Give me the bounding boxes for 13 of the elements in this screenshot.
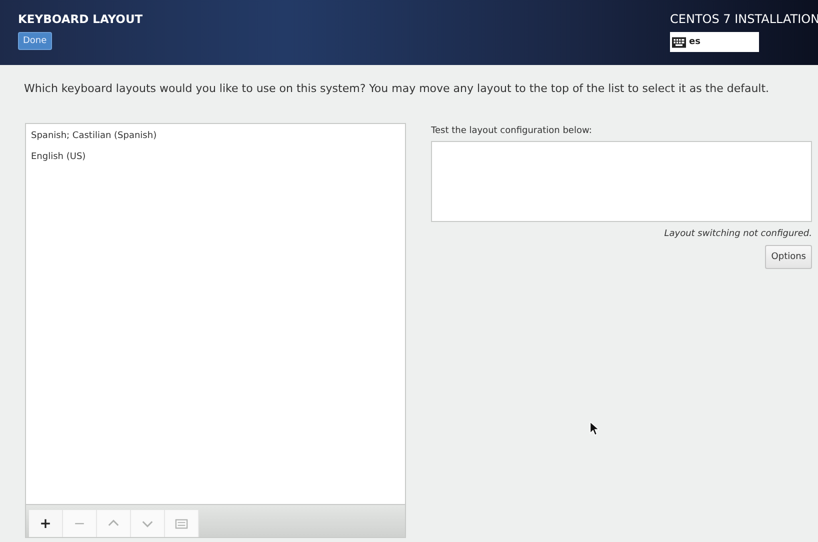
instruction-text: Which keyboard layouts would you like to use on this system? You may move any layout to the top of the list to select it as the default. [23, 81, 770, 97]
switching-note: Layout switching not configured. [664, 229, 812, 239]
test-input-field[interactable] [431, 141, 812, 222]
keyboard-icon [672, 36, 686, 48]
page-title: KEYBOARD LAYOUT [18, 12, 143, 26]
test-label: Test the layout configuration below: [431, 126, 592, 136]
options-button[interactable]: Options [765, 245, 812, 269]
layout-item[interactable]: Spanish; Castilian (Spanish) [30, 128, 401, 144]
layout-indicator[interactable]: es [670, 32, 759, 52]
keyboard-icon [175, 517, 188, 530]
product-title: CENTOS 7 INSTALLATION [670, 12, 818, 26]
mouse-pointer-icon [589, 421, 599, 436]
layout-item[interactable]: English (US) [30, 149, 401, 165]
